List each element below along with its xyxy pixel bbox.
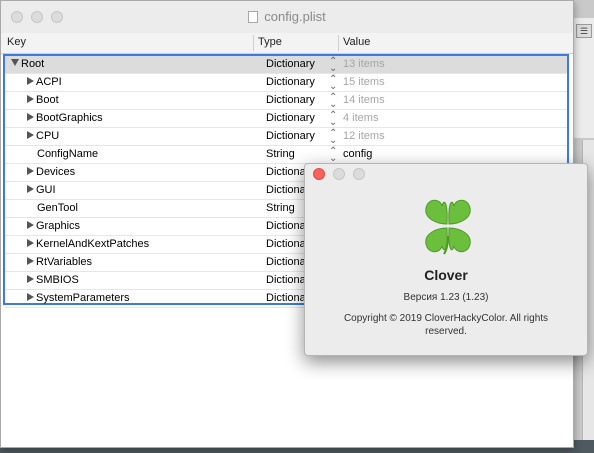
window-title: config.plist [1, 9, 573, 24]
type-stepper-icon[interactable]: ⌃⌄ [329, 75, 337, 92]
row-value[interactable]: 4 items [343, 112, 378, 124]
row-key[interactable]: GUI [27, 184, 56, 196]
type-stepper-icon[interactable]: ⌃⌄ [329, 93, 337, 110]
row-key[interactable]: SystemParameters [27, 292, 130, 304]
row-type[interactable]: Dictionary [266, 112, 315, 124]
disclosure-collapsed-icon[interactable] [27, 77, 34, 85]
table-row[interactable]: ConfigName String ⌃ ⌄ config [5, 146, 567, 164]
row-key-label: GenTool [37, 202, 78, 214]
row-key-label: Root [21, 58, 45, 70]
column-divider[interactable] [253, 35, 254, 51]
row-key-label: GUI [36, 184, 56, 196]
row-value[interactable]: 13 items [343, 58, 385, 70]
disclosure-collapsed-icon[interactable] [27, 275, 34, 283]
row-key[interactable]: KernelAndKextPatches [27, 238, 149, 250]
disclosure-collapsed-icon[interactable] [27, 95, 34, 103]
row-value[interactable]: 14 items [343, 94, 385, 106]
column-header-type[interactable]: Type [258, 36, 282, 48]
background-window-button[interactable]: ☰ [576, 24, 592, 38]
column-divider[interactable] [338, 35, 339, 51]
row-key[interactable]: CPU [27, 130, 59, 142]
clover-logo-icon [425, 199, 471, 255]
row-key[interactable]: ConfigName [37, 148, 98, 160]
row-key[interactable]: Devices [27, 166, 75, 178]
disclosure-collapsed-icon[interactable] [27, 113, 34, 121]
table-row[interactable]: CPU Dictionary ⌃ ⌄ 12 items [5, 128, 567, 146]
type-stepper-icon[interactable]: ⌃⌄ [329, 57, 337, 74]
zoom-button [353, 168, 365, 180]
about-dialog: Clover Версия 1.23 (1.23) Copyright © 20… [304, 163, 588, 356]
disclosure-collapsed-icon[interactable] [27, 167, 34, 175]
row-key[interactable]: ACPI [27, 76, 62, 88]
row-key-label: SystemParameters [36, 292, 130, 304]
row-key-label: Devices [36, 166, 76, 178]
close-button[interactable] [313, 168, 325, 180]
disclosure-collapsed-icon[interactable] [27, 239, 34, 247]
column-header-value[interactable]: Value [343, 36, 370, 48]
row-value[interactable]: 15 items [343, 76, 385, 88]
type-stepper-icon[interactable]: ⌃⌄ [329, 111, 337, 128]
row-type[interactable]: String [266, 148, 295, 160]
row-value[interactable]: 12 items [343, 130, 385, 142]
column-header: Key Type Value [1, 33, 573, 54]
row-key[interactable]: GenTool [37, 202, 78, 214]
row-key[interactable]: Graphics [27, 220, 80, 232]
row-key[interactable]: RtVariables [27, 256, 92, 268]
row-type[interactable]: Dictionary [266, 130, 315, 142]
row-key[interactable]: SMBIOS [27, 274, 79, 286]
type-stepper-icon[interactable]: ⌃⌄ [329, 147, 337, 164]
table-row[interactable]: Boot Dictionary ⌃ ⌄ 14 items [5, 92, 567, 110]
disclosure-collapsed-icon[interactable] [27, 293, 34, 301]
row-key-label: KernelAndKextPatches [36, 238, 150, 250]
row-type[interactable]: String [266, 202, 295, 214]
row-key-label: SMBIOS [36, 274, 79, 286]
row-key[interactable]: BootGraphics [27, 112, 103, 124]
disclosure-collapsed-icon[interactable] [27, 257, 34, 265]
row-key[interactable]: Root [11, 58, 44, 70]
table-row[interactable]: ACPI Dictionary ⌃ ⌄ 15 items [5, 74, 567, 92]
row-type[interactable]: Dictionary [266, 94, 315, 106]
row-key-label: ACPI [36, 76, 62, 88]
type-stepper-icon[interactable]: ⌃⌄ [329, 129, 337, 146]
row-key-label: ConfigName [37, 148, 99, 160]
row-key-label: Boot [36, 94, 59, 106]
app-name: Clover [424, 267, 468, 283]
row-key-label: BootGraphics [36, 112, 103, 124]
row-key-label: Graphics [36, 220, 81, 232]
table-row[interactable]: BootGraphics Dictionary ⌃ ⌄ 4 items [5, 110, 567, 128]
row-value[interactable]: config [343, 148, 372, 160]
row-type[interactable]: Dictionary [266, 58, 315, 70]
row-type[interactable]: Dictionary [266, 76, 315, 88]
column-header-key[interactable]: Key [7, 36, 26, 48]
table-row[interactable]: Root Dictionary ⌃ ⌄ 13 items [5, 56, 567, 74]
row-key-label: RtVariables [36, 256, 93, 268]
title-bar[interactable]: config.plist [1, 1, 573, 34]
disclosure-collapsed-icon[interactable] [27, 185, 34, 193]
copyright-text: Copyright © 2019 CloverHackyColor. All r… [343, 313, 549, 337]
window-title-text: config.plist [264, 9, 326, 24]
background-window: ☰ [573, 18, 594, 138]
row-key[interactable]: Boot [27, 94, 59, 106]
disclosure-expanded-icon[interactable] [11, 59, 19, 66]
app-version: Версия 1.23 (1.23) [403, 292, 489, 303]
row-key-label: CPU [36, 130, 60, 142]
disclosure-collapsed-icon[interactable] [27, 221, 34, 229]
minimize-button [333, 168, 345, 180]
document-icon [248, 11, 259, 23]
disclosure-collapsed-icon[interactable] [27, 131, 34, 139]
